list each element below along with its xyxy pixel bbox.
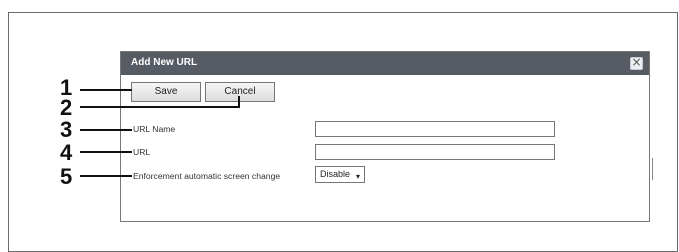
cancel-button[interactable]: Cancel (205, 82, 275, 102)
enforcement-label: Enforcement automatic screen change (133, 171, 281, 181)
url-input[interactable] (315, 144, 555, 160)
close-glyph: × (631, 55, 642, 69)
save-button[interactable]: Save (131, 82, 201, 102)
add-url-dialog: Add New URL × Save Cancel URL Name URL E… (120, 51, 650, 222)
dialog-title: Add New URL (131, 57, 198, 68)
url-name-label: URL Name (133, 124, 176, 134)
url-name-input[interactable] (315, 121, 555, 137)
callout-vline-2 (238, 96, 240, 107)
callout-line-1 (80, 89, 132, 91)
callout-5: 5 (60, 164, 73, 189)
callout-line-2 (80, 106, 240, 108)
enforcement-select[interactable]: Disable ▾ (315, 166, 365, 183)
callout-line-3 (80, 129, 132, 131)
callout-line-5 (80, 175, 132, 177)
chevron-down-icon: ▾ (355, 172, 360, 181)
callout-4: 4 (60, 140, 73, 165)
enforcement-select-value: Disable (320, 169, 351, 179)
callout-line-4 (80, 151, 132, 153)
dialog-titlebar: Add New URL × (121, 52, 649, 75)
frame-tick (652, 158, 653, 180)
close-icon[interactable]: × (630, 55, 643, 70)
url-label: URL (133, 147, 151, 157)
